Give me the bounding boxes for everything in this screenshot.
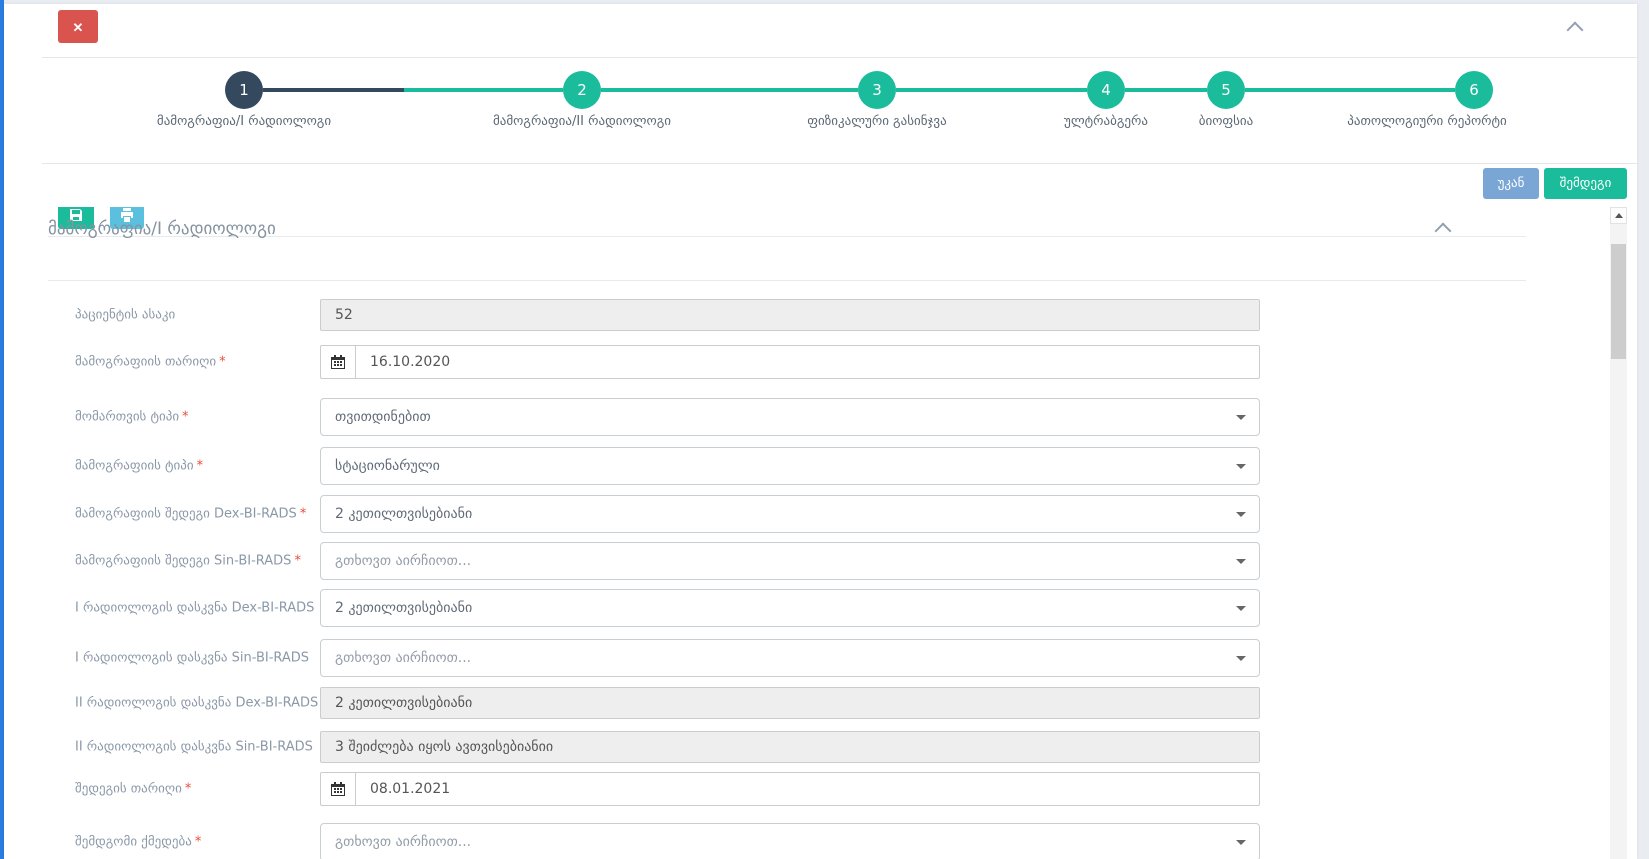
field-label: შედეგის თარიღი* bbox=[75, 782, 191, 797]
scrollbar-up-button[interactable] bbox=[1610, 207, 1627, 224]
required-marker: * bbox=[294, 554, 301, 569]
chevron-down-icon bbox=[1236, 512, 1246, 517]
step-5-circle[interactable]: 5 bbox=[1207, 71, 1245, 109]
back-button[interactable]: უკან bbox=[1483, 168, 1539, 199]
section-title: მამოგრაფია/I რადიოლოგი bbox=[48, 219, 276, 239]
mammography-result-dex-select[interactable]: 2 კეთილთვისებიანი bbox=[320, 495, 1260, 533]
result-date-input[interactable]: 08.01.2021 bbox=[320, 772, 1260, 806]
field-label: პაციენტის ასაკი bbox=[75, 308, 175, 323]
step-3-label: ფიზიკალური გასინჯვა bbox=[757, 114, 997, 129]
stepper-connector bbox=[1125, 88, 1207, 92]
stepper-connector bbox=[601, 88, 858, 92]
required-marker: * bbox=[185, 782, 192, 797]
mammography-type-select[interactable]: სტაციონარული bbox=[320, 447, 1260, 485]
required-marker: * bbox=[195, 835, 202, 850]
field-label: II რადიოლოგის დასკვნა Sin-BI-RADS bbox=[75, 740, 313, 755]
chevron-down-icon bbox=[1236, 559, 1246, 564]
radiologist2-sin-input: 3 შეიძლება იყოს ავთვისებიანიი bbox=[320, 731, 1260, 763]
referral-type-select[interactable]: თვითდინებით bbox=[320, 398, 1260, 436]
field-label: I რადიოლოგის დასკვნა Dex-BI-RADS bbox=[75, 601, 314, 616]
close-icon: ✕ bbox=[73, 20, 84, 35]
field-label: შემდგომი ქმედება* bbox=[75, 835, 201, 850]
close-button[interactable]: ✕ bbox=[58, 10, 98, 43]
step-6-label: პათოლოგიური რეპორტი bbox=[1307, 114, 1547, 129]
step-1-circle[interactable]: 1 bbox=[225, 71, 263, 109]
field-label: II რადიოლოგის დასკვნა Dex-BI-RADS bbox=[75, 696, 318, 711]
radiologist1-dex-select[interactable]: 2 კეთილთვისებიანი bbox=[320, 589, 1260, 627]
scrollbar-thumb[interactable] bbox=[1611, 244, 1626, 359]
patient-age-input: 52 bbox=[320, 299, 1260, 331]
field-label: I რადიოლოგის დასკვნა Sin-BI-RADS bbox=[75, 651, 309, 666]
next-button[interactable]: შემდეგი bbox=[1544, 168, 1627, 199]
field-label: მამოგრაფიის შედეგი Dex-BI-RADS* bbox=[75, 507, 306, 522]
scrollbar-track[interactable] bbox=[1610, 207, 1627, 859]
divider bbox=[42, 57, 1637, 58]
calendar-icon[interactable] bbox=[321, 773, 356, 805]
stepper-connector bbox=[896, 88, 1087, 92]
required-marker: * bbox=[300, 507, 307, 522]
main-card: ✕ 1 მამოგრაფია/I რადიოლოგი 2 მამოგრაფია/… bbox=[4, 4, 1637, 859]
step-2-circle[interactable]: 2 bbox=[563, 71, 601, 109]
chevron-down-icon bbox=[1236, 840, 1246, 845]
step-1-label: მამოგრაფია/I რადიოლოგი bbox=[124, 114, 364, 129]
chevron-down-icon bbox=[1236, 606, 1246, 611]
radiologist1-sin-select[interactable]: გთხოვთ აირჩიოთ... bbox=[320, 639, 1260, 677]
chevron-down-icon bbox=[1236, 656, 1246, 661]
step-6-circle[interactable]: 6 bbox=[1455, 71, 1493, 109]
radiologist2-dex-input: 2 კეთილთვისებიანი bbox=[320, 687, 1260, 719]
calendar-icon[interactable] bbox=[321, 346, 356, 378]
required-marker: * bbox=[197, 459, 204, 474]
next-action-select[interactable]: გთხოვთ აირჩიოთ... bbox=[320, 823, 1260, 859]
app-frame: ✕ 1 მამოგრაფია/I რადიოლოგი 2 მამოგრაფია/… bbox=[0, 0, 1649, 859]
mammography-result-sin-select[interactable]: გთხოვთ აირჩიოთ... bbox=[320, 542, 1260, 580]
chevron-down-icon bbox=[1236, 415, 1246, 420]
collapse-card-chevron-up-icon[interactable] bbox=[1567, 22, 1584, 39]
mammography-date-input[interactable]: 16.10.2020 bbox=[320, 345, 1260, 379]
stepper-connector bbox=[404, 88, 563, 92]
step-3-circle[interactable]: 3 bbox=[858, 71, 896, 109]
required-marker: * bbox=[182, 410, 189, 425]
divider bbox=[42, 163, 1637, 164]
field-label: მამოგრაფიის თარიღი* bbox=[75, 355, 226, 370]
field-label: მამოგრაფიის შედეგი Sin-BI-RADS* bbox=[75, 554, 301, 569]
form-scroll-area: მამოგრაფია/I რადიოლოგი პაციენტის ასაკი 5… bbox=[4, 207, 1610, 859]
stepper-connector-done bbox=[263, 88, 404, 92]
field-label: მამოგრაფიის ტიპი* bbox=[75, 459, 203, 474]
stepper-connector bbox=[1245, 88, 1455, 92]
section-divider bbox=[48, 280, 1526, 281]
chevron-down-icon bbox=[1236, 464, 1246, 469]
step-4-circle[interactable]: 4 bbox=[1087, 71, 1125, 109]
field-label: მომართვის ტიპი* bbox=[75, 410, 189, 425]
required-marker: * bbox=[219, 355, 226, 370]
step-2-label: მამოგრაფია/II რადიოლოგი bbox=[462, 114, 702, 129]
